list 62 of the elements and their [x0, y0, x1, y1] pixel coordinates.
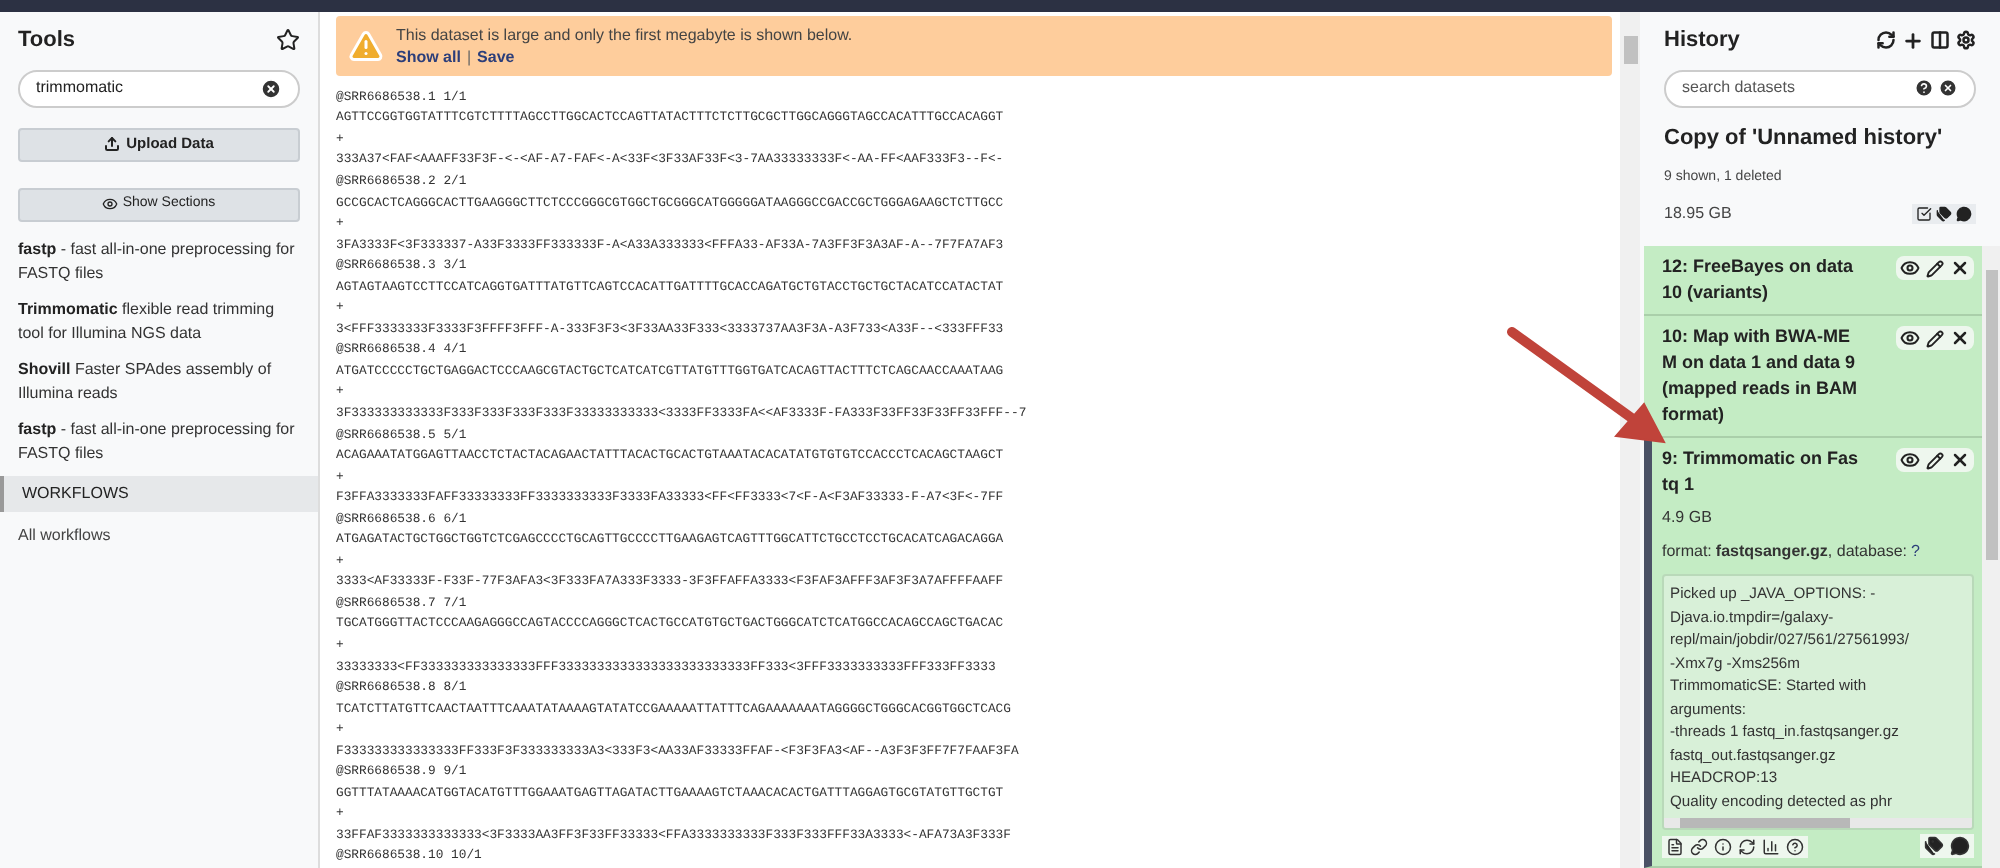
history-name[interactable]: Copy of 'Unnamed history'	[1664, 123, 1976, 151]
search-field[interactable]: search datasets	[1664, 69, 1976, 107]
add-icon[interactable]	[1902, 29, 1924, 52]
dataset-item[interactable]	[1644, 438, 1982, 868]
columns-icon[interactable]	[1930, 29, 1950, 50]
database-value[interactable]: ?	[1911, 540, 1920, 564]
help-icon[interactable]	[1786, 837, 1804, 855]
upload-icon	[104, 136, 121, 152]
dataset-title[interactable]: 9: Trimmomatic on Fastq 1	[1662, 446, 1862, 498]
refresh-icon[interactable]	[1876, 29, 1896, 50]
scrollbar[interactable]	[1620, 12, 1640, 868]
tags-icon[interactable]	[1924, 836, 1944, 856]
delete-icon[interactable]	[1950, 328, 1970, 348]
scrollbar[interactable]	[1982, 246, 2000, 868]
tool-link[interactable]: Shovill Faster SPAdes assembly of Illumina reads	[18, 357, 300, 405]
refresh-icon[interactable]	[1738, 837, 1756, 855]
delete-icon[interactable]	[1950, 450, 1970, 470]
warning-link[interactable]: Show all	[396, 45, 461, 68]
dataset-size: 4.9 GB	[1662, 506, 1714, 530]
clear-icon[interactable]	[260, 77, 282, 99]
pencil-icon[interactable]	[1926, 451, 1944, 469]
section-header[interactable]: WORKFLOWS	[0, 475, 318, 511]
pencil-icon[interactable]	[1926, 329, 1944, 347]
search-input[interactable]: trimmomatic	[36, 76, 236, 100]
chart-icon[interactable]	[1762, 837, 1780, 855]
info-icon[interactable]	[1714, 837, 1732, 855]
warning-message: This dataset is large and only the first megabyte is shown below.	[396, 23, 853, 46]
dataset-item[interactable]: 10: Map with BWA-MEM on data 1 and data 9 (mapped reads in BAM format)	[1644, 316, 1982, 438]
eye-icon[interactable]	[1900, 258, 1920, 278]
comment-icon[interactable]	[1956, 206, 1972, 222]
scrollbar[interactable]	[1664, 818, 1972, 828]
delete-icon[interactable]	[1950, 258, 1970, 278]
tool-link[interactable]: fastp - fast all-in-one preprocessing for FASTQ files	[18, 417, 300, 465]
tool-link[interactable]: fastp - fast all-in-one preprocessing for FASTQ files	[18, 237, 300, 285]
dataset-title[interactable]: 12: FreeBayes on data 10 (variants)	[1662, 254, 1862, 306]
comment-icon[interactable]	[1950, 836, 1970, 856]
format-value: fastqsanger.gz	[1715, 540, 1828, 564]
panel-title: Tools	[18, 26, 76, 56]
panel-title: History	[1664, 26, 1740, 56]
search-field[interactable]: trimmomatic	[18, 69, 300, 107]
format-label: format:	[1662, 540, 1712, 564]
history-size: 18.95 GB	[1664, 202, 1732, 226]
eye-icon[interactable]	[1900, 328, 1920, 348]
settings-icon[interactable]	[1956, 29, 1976, 50]
file-icon[interactable]	[1666, 837, 1684, 855]
dataset-title[interactable]: 10: Map with BWA-MEM on data 1 and data 9 (mapped reads in BAM format)	[1662, 324, 1862, 428]
link-icon[interactable]	[1690, 837, 1708, 855]
link-separator: |	[466, 45, 472, 68]
eye-icon[interactable]	[1900, 450, 1920, 470]
eye-icon	[102, 196, 119, 212]
checkbox-icon[interactable]	[1916, 206, 1932, 222]
tool-link[interactable]: Trimmomatic flexible read trimming tool for Illumina NGS data	[18, 297, 300, 345]
warning-icon	[348, 27, 384, 64]
dataset-item[interactable]: 12: FreeBayes on data 10 (variants)	[1644, 246, 1982, 316]
workflows-link[interactable]: All workflows	[18, 523, 300, 547]
search-input[interactable]: search datasets	[1682, 76, 1862, 100]
database-label: , database:	[1827, 540, 1908, 564]
warning-link[interactable]: Save	[477, 45, 515, 68]
tags-icon[interactable]	[1936, 206, 1952, 222]
clear-icon[interactable]	[1938, 78, 1958, 98]
star-icon[interactable]	[276, 28, 300, 53]
pencil-icon[interactable]	[1926, 259, 1944, 277]
